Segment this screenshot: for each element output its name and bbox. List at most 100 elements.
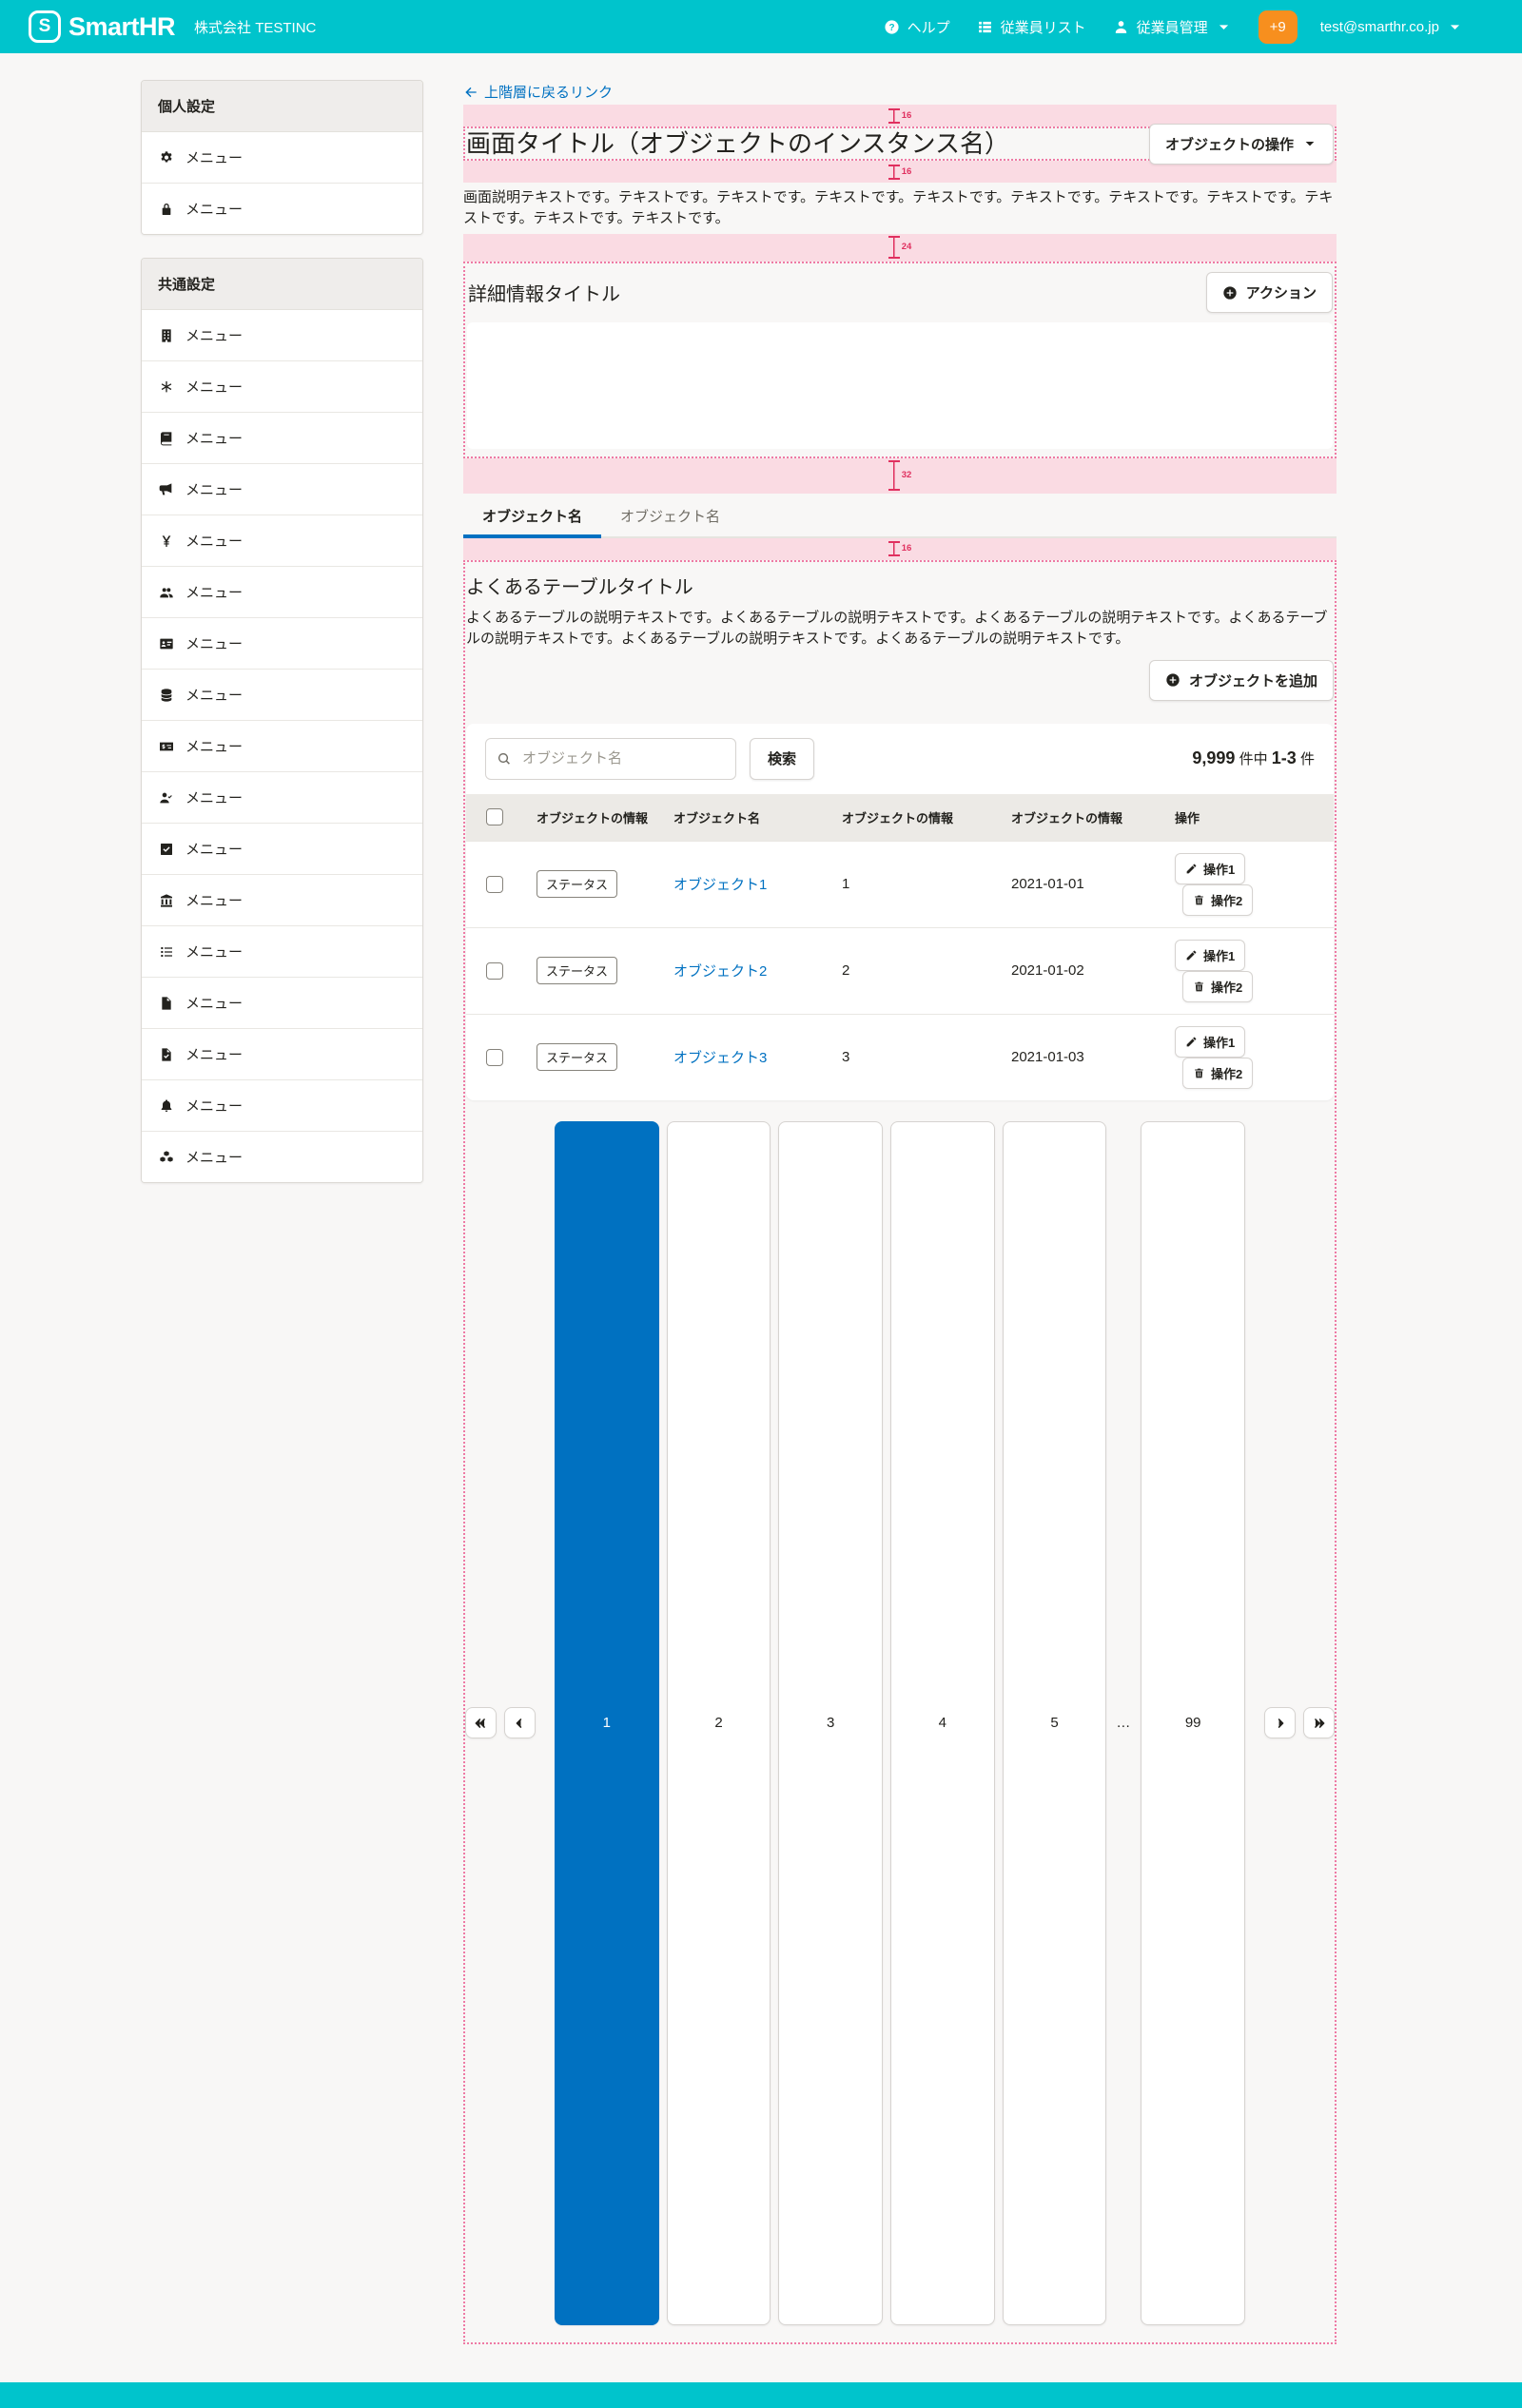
chevron-right-icon	[1274, 1717, 1287, 1730]
sidebar-item-menu[interactable]: メニュー	[142, 183, 422, 234]
sidebar-item-menu[interactable]: メニュー	[142, 771, 422, 823]
pagination-button[interactable]	[1303, 1707, 1335, 1738]
sidebar-item-menu[interactable]: メニュー	[142, 1079, 422, 1131]
object-info-cell: 2	[842, 927, 1011, 1014]
spacing-annotation: 16	[463, 538, 1337, 560]
caret-down-icon	[1447, 19, 1463, 35]
pagination-button[interactable]: 3	[778, 1121, 883, 2325]
chevron-left-icon	[513, 1717, 526, 1730]
sidebar-item-menu[interactable]: メニュー	[142, 1131, 422, 1182]
footer-link[interactable]: 特定商取引法に基づく表記	[379, 2405, 550, 2408]
pencil-icon	[1185, 863, 1198, 875]
sidebar-item-menu[interactable]: メニュー	[142, 823, 422, 874]
sidebar-item-menu[interactable]: メニュー	[142, 669, 422, 720]
row-checkbox[interactable]	[486, 962, 503, 980]
edit-button[interactable]: 操作1	[1175, 940, 1245, 971]
spacing-ruler	[888, 460, 900, 491]
sidebar-item-menu[interactable]: メニュー	[142, 977, 422, 1028]
header-nav-item[interactable]: 従業員リスト	[977, 17, 1086, 37]
pagination-button[interactable]: 2	[667, 1121, 771, 2325]
back-link[interactable]: 上階層に戻るリンク	[463, 82, 613, 102]
sidebar-item-menu[interactable]: メニュー	[142, 310, 422, 360]
pencil-icon	[1185, 949, 1198, 961]
status-badge: ステータス	[537, 1043, 617, 1071]
pagination-button[interactable]	[465, 1707, 497, 1738]
back-link-label: 上階層に戻るリンク	[484, 82, 613, 102]
column-header: オブジェクトの情報	[1011, 794, 1175, 842]
spacing-annotation: 24	[463, 234, 1337, 262]
user-check-icon	[158, 790, 175, 806]
add-object-button[interactable]: オブジェクトを追加	[1149, 660, 1334, 701]
table-icon	[977, 19, 993, 35]
header-nav-label: 従業員リスト	[1001, 17, 1086, 37]
search-button[interactable]: 検索	[750, 738, 814, 780]
header-nav-label: 従業員管理	[1137, 17, 1208, 37]
search-icon	[497, 751, 512, 767]
delete-button[interactable]: 操作2	[1182, 1058, 1253, 1089]
object-link[interactable]: オブジェクト2	[673, 963, 767, 980]
file-icon	[158, 996, 175, 1011]
bell-icon	[158, 1098, 175, 1114]
object-link[interactable]: オブジェクト1	[673, 877, 767, 893]
detail-section-title: 詳細情報タイトル	[468, 279, 620, 306]
pagination: 1 2 3	[465, 1121, 1335, 2325]
pagination-button[interactable]: 99	[1141, 1121, 1245, 2325]
table-section-description: よくあるテーブルの説明テキストです。よくあるテーブルの説明テキストです。よくある…	[466, 608, 1335, 651]
delete-button[interactable]: 操作2	[1182, 971, 1253, 1002]
sidebar-item-menu[interactable]: メニュー	[142, 132, 422, 183]
trash-icon	[1193, 981, 1205, 993]
pagination-button[interactable]: 5	[1003, 1121, 1107, 2325]
account-menu[interactable]: test@smarthr.co.jp	[1320, 19, 1463, 35]
tab-object-2[interactable]: オブジェクト名	[601, 495, 739, 538]
sidebar: 個人設定 メニュー メニュー 共通設定	[141, 80, 423, 1206]
action-button[interactable]: アクション	[1206, 272, 1333, 313]
footer-link[interactable]: 運営会社	[564, 2405, 621, 2408]
sidebar-item-menu[interactable]: メニュー	[142, 720, 422, 771]
sidebar-item-menu[interactable]: メニュー	[142, 515, 422, 566]
sidebar-group-common: 共通設定 メニュー メニュー メニュー	[141, 258, 423, 1183]
footer-link[interactable]: ヘルプ	[23, 2405, 66, 2408]
plus-circle-icon	[1165, 672, 1181, 688]
sidebar-item-menu[interactable]: メニュー	[142, 360, 422, 412]
search-input[interactable]	[485, 738, 736, 780]
sidebar-item-menu[interactable]: メニュー	[142, 412, 422, 463]
sidebar-item-menu[interactable]: メニュー	[142, 874, 422, 925]
tab-object-1[interactable]: オブジェクト名	[463, 495, 601, 538]
object-info-cell: 1	[842, 841, 1011, 927]
money-check-icon	[158, 739, 175, 754]
smarthr-logo: S SmartHR	[29, 10, 175, 43]
edit-button[interactable]: 操作1	[1175, 853, 1245, 884]
delete-button[interactable]: 操作2	[1182, 884, 1253, 916]
footer-link[interactable]: お知らせ	[80, 2405, 137, 2408]
pagination-button[interactable]	[1264, 1707, 1296, 1738]
footer-link[interactable]: プライバシーポリシー	[223, 2405, 365, 2408]
notification-badge[interactable]: +9	[1259, 10, 1298, 44]
edit-button[interactable]: 操作1	[1175, 1026, 1245, 1058]
sidebar-item-label: メニュー	[185, 633, 243, 653]
pagination-button[interactable]	[504, 1707, 536, 1738]
header-nav-item[interactable]: ? ヘルプ	[884, 17, 950, 37]
sidebar-item-menu[interactable]: メニュー	[142, 925, 422, 977]
sidebar-item-label: メニュー	[185, 890, 243, 910]
pagination-button[interactable]: 1	[555, 1121, 659, 2325]
row-checkbox[interactable]	[486, 1049, 503, 1066]
tab-bar: オブジェクト名 オブジェクト名	[463, 495, 1337, 538]
users-icon	[158, 585, 175, 600]
row-checkbox[interactable]	[486, 876, 503, 893]
column-header: 操作	[1175, 794, 1334, 842]
select-all-checkbox[interactable]	[486, 808, 503, 825]
object-link[interactable]: オブジェクト3	[673, 1050, 767, 1066]
result-count: 9,999 件中 1-3 件	[1192, 748, 1315, 768]
sidebar-item-menu[interactable]: メニュー	[142, 566, 422, 617]
footer-link[interactable]: 利用規約	[151, 2405, 208, 2408]
footer-link[interactable]: 開発者向け API	[635, 2405, 733, 2408]
header-nav-item[interactable]: 従業員管理	[1113, 17, 1232, 37]
object-actions-button[interactable]: オブジェクトの操作	[1149, 124, 1334, 165]
sidebar-item-menu[interactable]: メニュー	[142, 1028, 422, 1079]
svg-text:?: ?	[888, 22, 894, 32]
sidebar-item-label: メニュー	[185, 199, 243, 219]
sidebar-item-label: メニュー	[185, 479, 243, 499]
sidebar-item-menu[interactable]: メニュー	[142, 617, 422, 669]
pagination-button[interactable]: 4	[890, 1121, 995, 2325]
sidebar-item-menu[interactable]: メニュー	[142, 463, 422, 515]
